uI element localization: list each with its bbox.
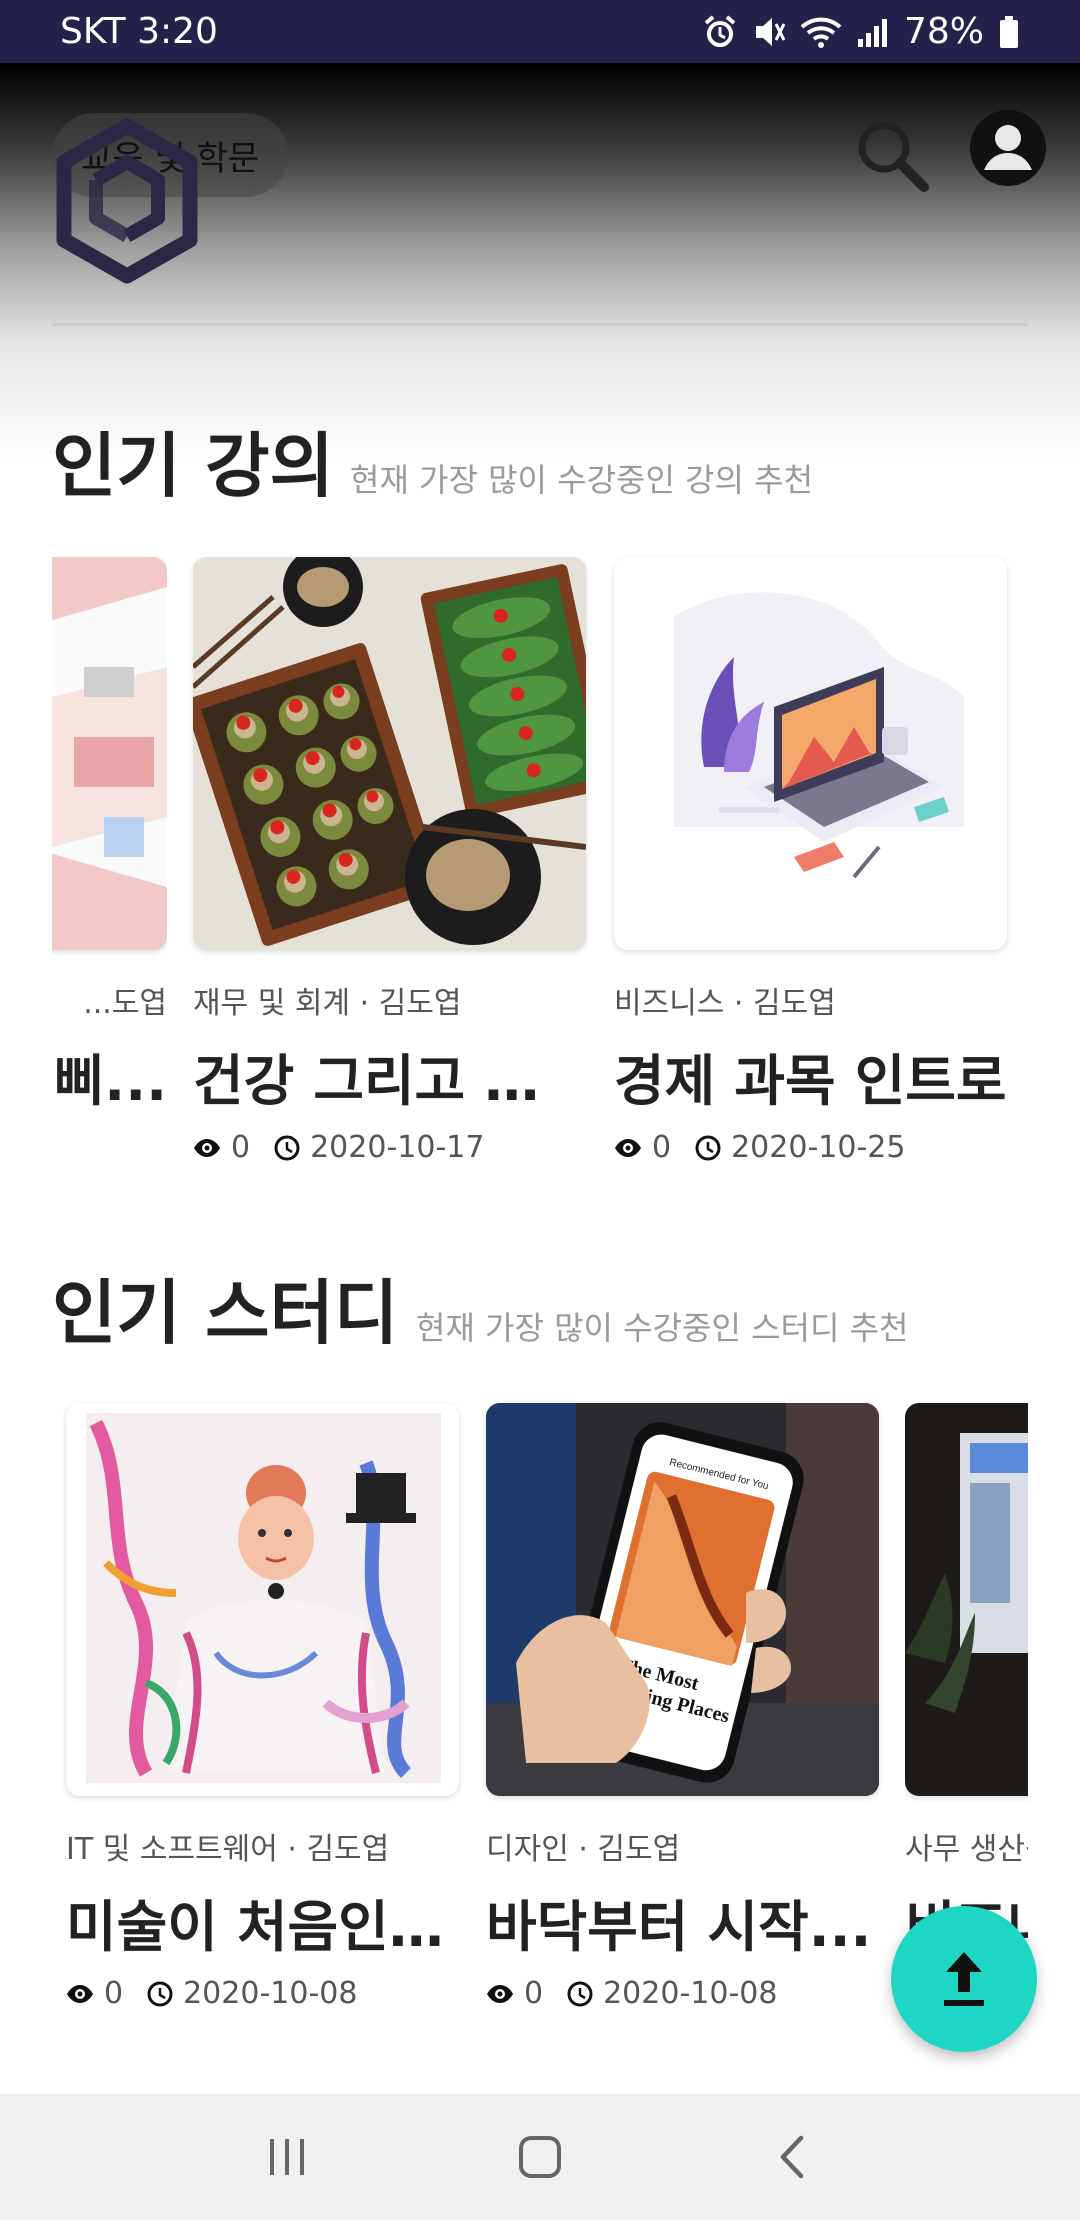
status-icons: 78% [702,11,1020,52]
status-bar: SKT 3:20 78% [0,0,1080,63]
battery-icon [1000,15,1018,48]
course-card-clip: ...도엽 ...삐... [52,557,167,1177]
clock-icon [695,1135,721,1160]
course-card-views: 0 [231,1130,251,1165]
recent-apps-icon [269,2139,304,2175]
study-card-views: 0 [104,1976,124,2011]
study-card-date: 2020-10-08 [183,1976,358,2011]
clock-icon [567,1981,593,2006]
popular-studies-title: 인기 스터디 [52,1272,399,1354]
home-button[interactable] [480,2112,600,2202]
search-icon [858,121,929,192]
course-card-image [193,557,586,950]
course-card[interactable]: 비즈니스 · 김도엽 경제 과목 인트로 0 2020-10-25 [614,557,1007,1165]
back-icon [781,2135,804,2179]
study-card-stats: 0 2020-10-08 [66,1976,459,2011]
study-card-meta: 디자인 · 김도엽 [486,1832,681,1867]
status-carrier-time: SKT 3:20 [60,11,218,52]
app-logo[interactable] [52,118,202,292]
course-card[interactable]: ...도엽 ...삐... [52,557,167,1116]
course-card-meta: 재무 및 회계 · 김도엽 [193,986,462,1021]
course-card-image [52,557,167,950]
study-card-date: 2020-10-08 [603,1976,778,2011]
eye-icon [194,1138,220,1157]
course-card-meta: ...도엽 [83,986,167,1021]
eye-icon [67,1984,93,2003]
study-card-stats: 0 2020-10-08 [486,1976,879,2011]
header: 교육 및 학문 [0,63,1080,463]
study-card-meta: 사무 생산성 [905,1832,1028,1867]
alarm-icon [704,14,736,47]
course-card-title: 경제 과목 인트로 [614,1049,1007,1113]
system-nav-bar [0,2094,1080,2220]
scroll-top-button[interactable] [891,1906,1037,2052]
course-card-stats: 0 2020-10-25 [614,1130,1007,1165]
study-card[interactable]: 사무 생산성 비즈니 [905,1403,1028,1962]
study-card-image [905,1403,1028,1796]
header-divider [52,323,1028,326]
mute-icon [755,17,786,46]
course-card-stats: 0 2020-10-17 [193,1130,586,1165]
back-button[interactable] [733,2112,853,2202]
course-card-meta: 비즈니스 · 김도엽 [614,986,836,1021]
upload-arrow-icon [944,1952,984,2006]
clock-icon [274,1135,300,1160]
popular-studies-subtitle: 현재 가장 많이 수강중인 스터디 추천 [416,1309,909,1347]
eye-icon [615,1138,641,1157]
study-card-title: 바닥부터 시작... [486,1895,872,1959]
course-card-title: 건강 그리고 맛... [193,1049,586,1113]
course-card-date: 2020-10-25 [731,1130,906,1165]
popular-courses-subtitle: 현재 가장 많이 수강중인 강의 추천 [350,461,814,499]
wifi-icon [800,17,842,48]
study-card-image [66,1403,459,1796]
signal-icon [857,18,887,47]
course-card-title: ...삐... [52,1049,167,1113]
account-icon [970,110,1046,186]
account-button[interactable] [968,108,1048,188]
study-card[interactable]: IT 및 소프트웨어 · 김도엽 미술이 처음인 ... 0 2020-10-0… [66,1403,459,2011]
recent-apps-button[interactable] [227,2112,347,2202]
course-card-image [614,557,1007,950]
course-card[interactable]: 재무 및 회계 · 김도엽 건강 그리고 맛... 0 2020-10-17 [193,557,586,1165]
search-button[interactable] [852,115,932,195]
study-card-meta: IT 및 소프트웨어 · 김도엽 [66,1832,390,1867]
study-card-title: 미술이 처음인 ... [66,1895,459,1959]
course-card-date: 2020-10-17 [310,1130,485,1165]
course-card-views: 0 [652,1130,672,1165]
eye-icon [487,1984,513,2003]
study-card[interactable]: Recommended for You The Most Inspiring P… [486,1403,879,2011]
popular-courses-title: 인기 강의 [52,425,334,507]
battery-percent: 78% [903,11,984,52]
clock-icon [147,1981,173,2006]
home-icon [518,2136,561,2178]
study-card-image: Recommended for You The Most Inspiring P… [486,1403,879,1796]
study-card-views: 0 [524,1976,544,2011]
